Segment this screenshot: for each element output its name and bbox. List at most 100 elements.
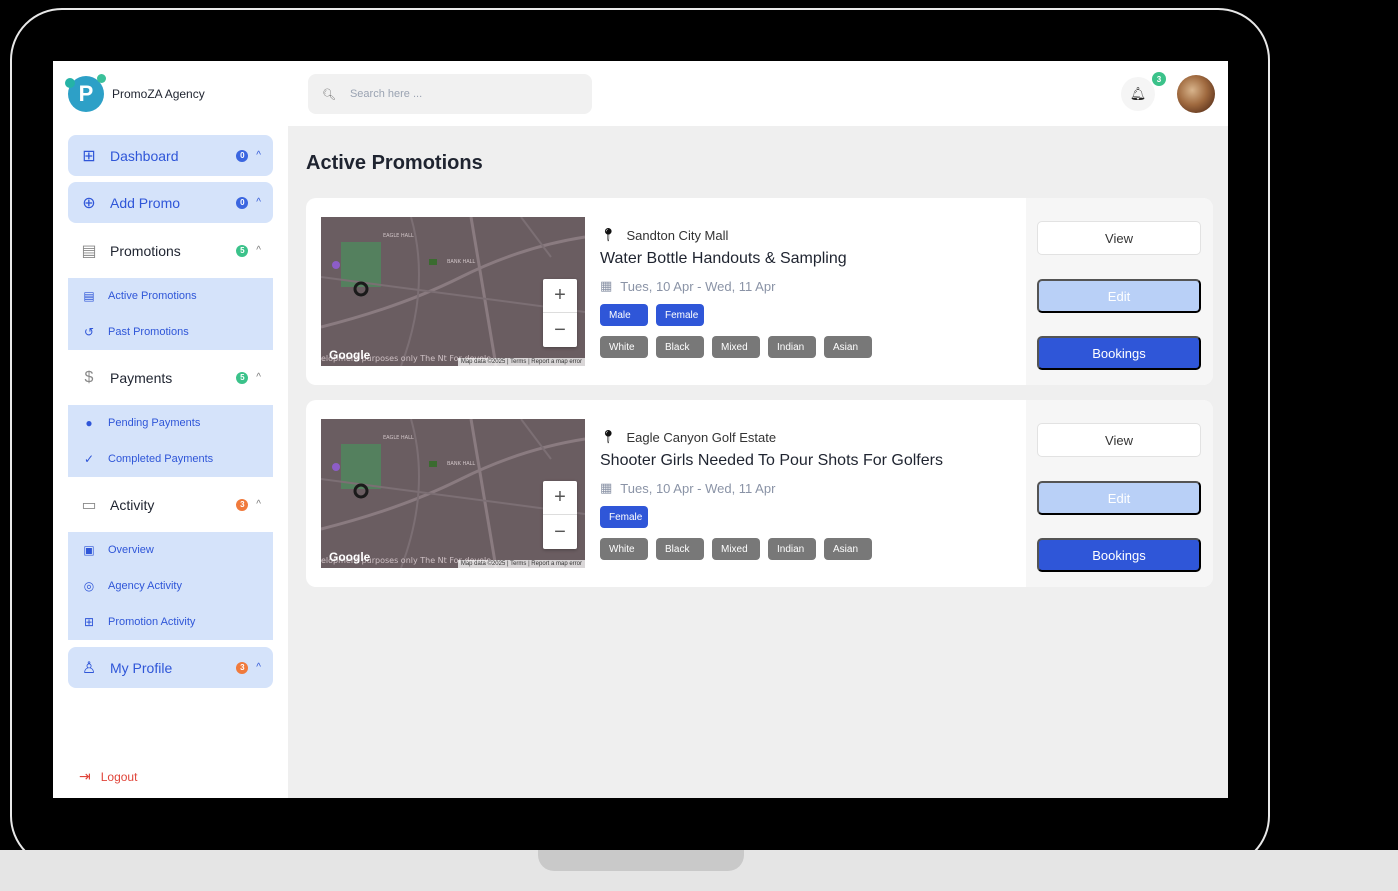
count-badge: 0 xyxy=(236,149,249,162)
sidebar-item-label: My Profile xyxy=(110,659,173,676)
topbar: 🔍︎ 🔔︎ 3 xyxy=(288,61,1228,126)
clock-icon: ● xyxy=(85,416,93,430)
search-box[interactable]: 🔍︎ xyxy=(308,74,592,114)
race-chip: Asian xyxy=(824,538,872,560)
zoom-out-button[interactable]: − xyxy=(543,313,577,347)
sidebar-item-past-promotions[interactable]: ↺ Past Promotions xyxy=(68,314,273,350)
count-badge: 3 xyxy=(236,661,249,674)
sidebar-item-overview[interactable]: ▣ Overview xyxy=(68,532,273,568)
map-pin-icon: 📍︎ xyxy=(600,227,617,242)
brand-logo: P xyxy=(65,74,106,112)
zoom-out-button[interactable]: − xyxy=(543,515,577,549)
search-icon: 🔍︎ xyxy=(322,88,336,101)
sidebar-item-promotions[interactable]: ▤ Promotions 5 ^ xyxy=(68,230,273,271)
race-chips: White Black Mixed Indian Asian xyxy=(600,336,1020,358)
avatar[interactable] xyxy=(1177,75,1215,113)
view-button[interactable]: View xyxy=(1037,423,1201,457)
promotion-dates: ▦ Tues, 10 Apr - Wed, 11 Apr xyxy=(600,277,1020,295)
count-badge: 3 xyxy=(236,498,249,511)
sidebar-item-payments[interactable]: $ Payments 5 ^ xyxy=(68,357,273,398)
edit-button[interactable]: Edit xyxy=(1037,481,1201,515)
race-chip: Asian xyxy=(824,336,872,358)
sub-item-label: Promotion Activity xyxy=(108,616,196,628)
notification-bell-button[interactable]: 🔔︎ xyxy=(1121,77,1155,111)
sidebar-item-completed-payments[interactable]: ✓ Completed Payments xyxy=(68,441,273,477)
calendar-icon: ▦ xyxy=(600,278,613,293)
promotion-info: 📍︎ Eagle Canyon Golf Estate Shooter Girl… xyxy=(600,428,1020,560)
view-button[interactable]: View xyxy=(1037,221,1201,255)
app-screen: P PromoZA Agency ⊞ Dashboard 0 ^ ⊕ Add P… xyxy=(53,61,1228,798)
gender-chip: Female xyxy=(600,506,648,528)
map-attribution[interactable]: Map data ©2025 | Terms | Report a map er… xyxy=(457,560,585,568)
sidebar-item-my-profile[interactable]: ♙ My Profile 3 ^ xyxy=(68,647,273,688)
google-logo: Google xyxy=(329,550,371,564)
map-label: BANK HALL xyxy=(447,461,475,467)
promotion-actions: View Edit Bookings xyxy=(1026,400,1213,587)
brand[interactable]: P PromoZA Agency xyxy=(65,74,205,112)
activity-submenu: ▣ Overview ◎ Agency Activity ⊞ Promotion… xyxy=(68,532,273,640)
promotion-location: 📍︎ Eagle Canyon Golf Estate xyxy=(600,428,1020,446)
logout-label: Logout xyxy=(100,769,138,784)
zoom-in-button[interactable]: + xyxy=(543,481,577,515)
sub-item-label: Completed Payments xyxy=(108,453,214,465)
promotions-submenu: ▤ Active Promotions ↺ Past Promotions xyxy=(68,278,273,350)
target-icon: ◎ xyxy=(83,579,95,593)
logout-button[interactable]: ⇥ Logout xyxy=(79,768,137,785)
sub-item-label: Overview xyxy=(108,544,154,556)
chevron-up-icon[interactable]: ^ xyxy=(256,150,261,161)
sidebar-item-promotion-activity[interactable]: ⊞ Promotion Activity xyxy=(68,604,273,640)
map-embed[interactable]: EAGLE HALL BANK HALL elopment purposes o… xyxy=(321,419,585,568)
race-chip: Black xyxy=(656,538,704,560)
bookings-button[interactable]: Bookings xyxy=(1037,538,1201,572)
promotion-dates: ▦ Tues, 10 Apr - Wed, 11 Apr xyxy=(600,479,1020,497)
chevron-up-icon[interactable]: ^ xyxy=(256,662,261,673)
map-zoom-control: + − xyxy=(543,279,577,347)
bell-icon: 🔔︎ xyxy=(1129,86,1147,101)
race-chips: White Black Mixed Indian Asian xyxy=(600,538,1020,560)
bookings-button[interactable]: Bookings xyxy=(1037,336,1201,370)
sidebar-item-active-promotions[interactable]: ▤ Active Promotions xyxy=(68,278,273,314)
sidebar-item-dashboard[interactable]: ⊞ Dashboard 0 ^ xyxy=(68,135,273,176)
sidebar-item-pending-payments[interactable]: ● Pending Payments xyxy=(68,405,273,441)
location-text: Eagle Canyon Golf Estate xyxy=(626,429,777,445)
sidebar-item-label: Dashboard xyxy=(110,147,179,164)
overview-icon: ▣ xyxy=(83,543,95,557)
gender-chip: Female xyxy=(656,304,704,326)
sidebar-item-activity[interactable]: ▭ Activity 3 ^ xyxy=(68,484,273,525)
google-logo: Google xyxy=(329,348,371,362)
gender-chips: Female xyxy=(600,506,1020,528)
promotion-actions: View Edit Bookings xyxy=(1026,198,1213,385)
chevron-up-icon[interactable]: ^ xyxy=(256,245,261,256)
notification-count-badge: 3 xyxy=(1152,72,1166,86)
promotion-title: Shooter Girls Needed To Pour Shots For G… xyxy=(600,452,943,469)
location-text: Sandton City Mall xyxy=(626,227,729,243)
logout-icon: ⇥ xyxy=(79,768,91,784)
page-title: Active Promotions xyxy=(306,152,483,174)
check-icon: ✓ xyxy=(83,452,95,466)
hierarchy-icon: ⊞ xyxy=(83,615,95,629)
sidebar-item-label: Activity xyxy=(110,496,155,513)
promotion-location: 📍︎ Sandton City Mall xyxy=(600,226,1020,244)
race-chip: White xyxy=(600,336,648,358)
zoom-in-button[interactable]: + xyxy=(543,279,577,313)
count-badge: 0 xyxy=(236,196,249,209)
map-embed[interactable]: EAGLE HALL BANK HALL elopment purposes o… xyxy=(321,217,585,366)
map-label: EAGLE HALL xyxy=(383,435,414,441)
chevron-up-icon[interactable]: ^ xyxy=(256,499,261,510)
search-input[interactable] xyxy=(349,88,550,100)
sidebar-item-add-promo[interactable]: ⊕ Add Promo 0 ^ xyxy=(68,182,273,223)
sidebar-item-agency-activity[interactable]: ◎ Agency Activity xyxy=(68,568,273,604)
chevron-up-icon[interactable]: ^ xyxy=(256,372,261,383)
brand-name: PromoZA Agency xyxy=(112,87,205,101)
calendar-icon: ▦ xyxy=(600,480,613,495)
dollar-icon: $ xyxy=(84,368,94,386)
plus-circle-icon: ⊕ xyxy=(82,194,96,212)
race-chip: White xyxy=(600,538,648,560)
sub-item-label: Active Promotions xyxy=(108,290,197,302)
chevron-up-icon[interactable]: ^ xyxy=(256,197,261,208)
promotion-card: EAGLE HALL BANK HALL elopment purposes o… xyxy=(306,400,1213,587)
sidebar: P PromoZA Agency ⊞ Dashboard 0 ^ ⊕ Add P… xyxy=(53,61,288,798)
edit-button[interactable]: Edit xyxy=(1037,279,1201,313)
map-attribution[interactable]: Map data ©2025 | Terms | Report a map er… xyxy=(457,358,585,366)
map-label: EAGLE HALL xyxy=(383,233,414,239)
